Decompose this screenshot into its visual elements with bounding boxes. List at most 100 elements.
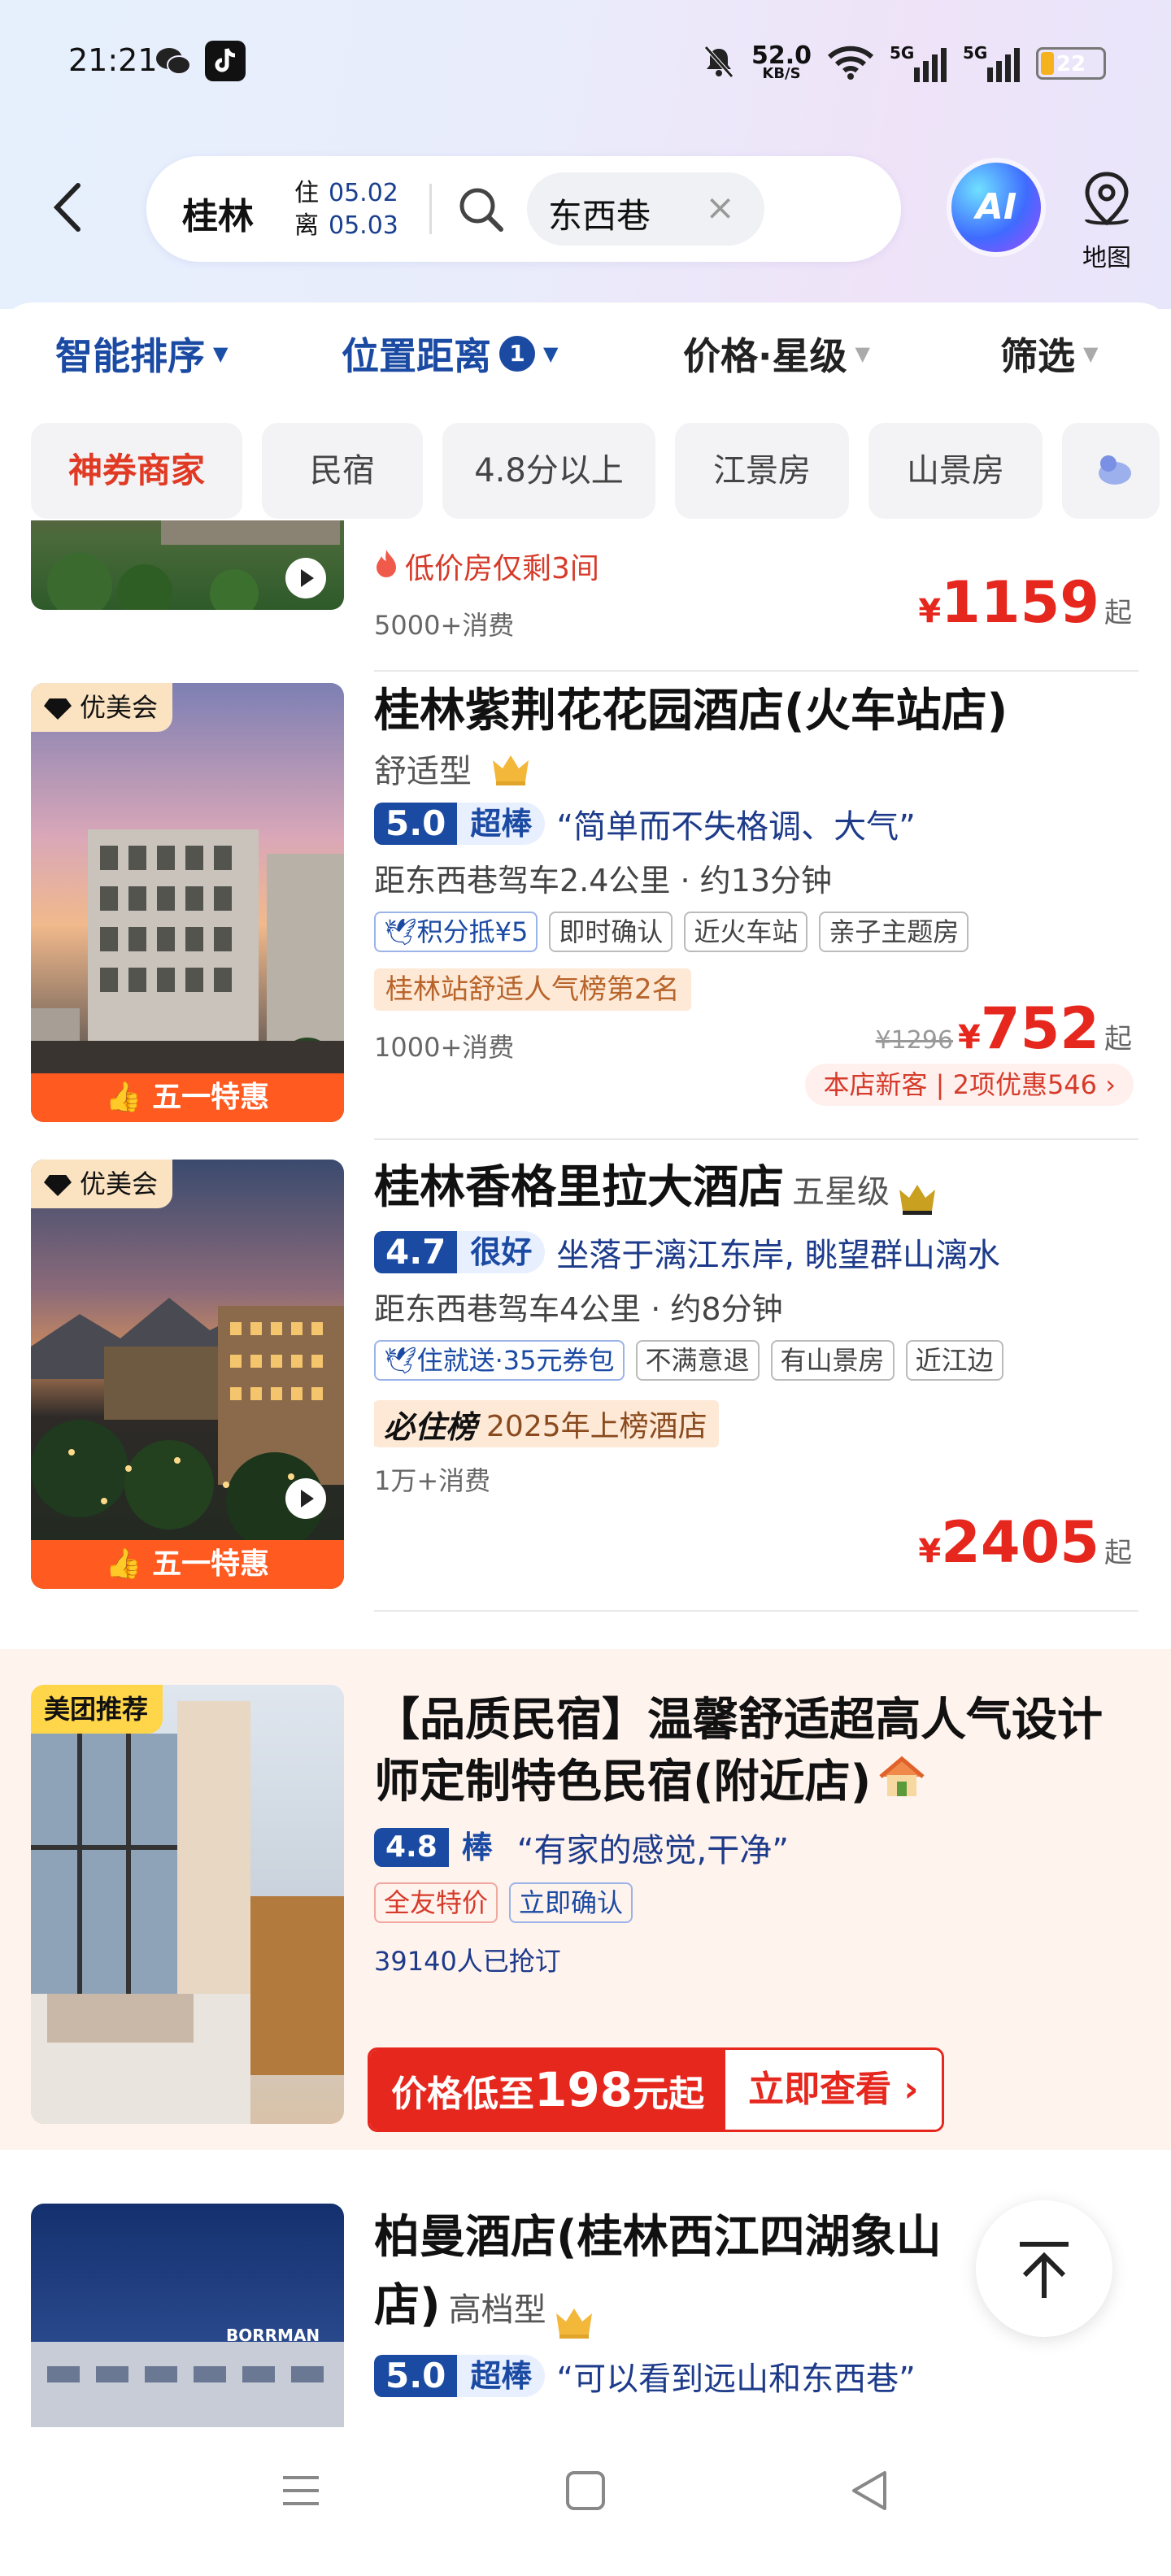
feature-tags: 🕊住就送·35元券包 不满意退 有山景房 近江边	[374, 1340, 1138, 1381]
map-pin-icon	[1085, 172, 1129, 226]
premium-member-badge: 优美会	[31, 683, 173, 732]
status-bar: 21:21 52.0 KB/S 5G 5G 22	[0, 37, 1171, 89]
status-right: 52.0 KB/S 5G 5G 22	[701, 37, 1106, 89]
homestay-photo[interactable]: 美团推荐	[31, 1685, 344, 2124]
quick-filter-homestay[interactable]: 民宿	[262, 423, 423, 519]
divider	[374, 1610, 1138, 1612]
status-time: 21:21	[68, 42, 158, 78]
new-customer-offer[interactable]: 本店新客 | 2项优惠546 ›	[805, 1064, 1134, 1106]
map-button[interactable]: 地图	[1062, 168, 1151, 272]
hotel-price: ¥1296 ¥752 起	[875, 995, 1132, 1062]
back-button[interactable]	[47, 179, 88, 236]
bird-icon: 🕊	[384, 1345, 417, 1376]
date-selector[interactable]: 住 05.02 离 05.03	[294, 177, 398, 242]
city-selector[interactable]: 桂林	[182, 187, 254, 239]
wifi-icon	[826, 44, 875, 83]
play-video-icon[interactable]	[285, 558, 326, 598]
hotel-info: 低价房仅剩3间 5000+消费	[374, 545, 599, 642]
sold-count: 1万+消费	[374, 1465, 491, 1496]
back-nav-icon[interactable]	[846, 2466, 895, 2515]
hotel-photo[interactable]: 优美会 👍 五一特惠	[31, 683, 344, 1122]
review-quote: “简单而不失格调、大气”	[556, 808, 916, 846]
hotel-level: 五星级	[792, 1173, 890, 1211]
quick-filter-river-view[interactable]: 江景房	[675, 423, 849, 519]
hotel-name[interactable]: 桂林香格里拉大酒店 五星级	[374, 1160, 1138, 1221]
signal-icon-2: 5G	[963, 43, 1021, 84]
booked-count: 39140人已抢订	[374, 1945, 561, 1977]
crown-icon	[553, 2291, 595, 2339]
feature-tags: 🕊积分抵¥5 即时确认 近火车站 亲子主题房	[374, 912, 1138, 952]
hotel-name[interactable]: 桂林紫荆花花园酒店(火车站店)	[374, 683, 1138, 740]
tab-smart-sort[interactable]: 智能排序 ▼	[55, 327, 228, 381]
thumbs-up-icon: 👍	[105, 1081, 153, 1114]
keyword-chip[interactable]: 东西巷 ×	[527, 172, 764, 246]
homestay-name[interactable]: 【品质民宿】温馨舒适超高人气设计师定制特色民宿(附近店)	[374, 1690, 1130, 1816]
hotel-photo[interactable]: 优美会 👍 五一特惠	[31, 1160, 344, 1589]
hotel-card[interactable]: 低价房仅剩3间 5000+消费 ¥1159 起	[0, 520, 1171, 672]
flame-icon	[374, 548, 398, 585]
hotel-level: 高档型	[448, 2291, 546, 2329]
rating-tag: 超棒	[457, 2355, 546, 2397]
back-to-top-button[interactable]	[976, 2200, 1112, 2337]
rating-tag: 很好	[457, 1231, 546, 1273]
keyword-text: 东西巷	[548, 196, 651, 236]
feature-tag: 全友特价	[374, 1882, 498, 1923]
home-icon[interactable]	[561, 2466, 610, 2515]
ranking-badge: 桂林站舒适人气榜第2名	[374, 968, 691, 1011]
hotel-price: ¥1159 起	[918, 569, 1132, 636]
hotel-level: 舒适型	[374, 753, 472, 790]
premium-member-badge: 优美会	[31, 1160, 173, 1208]
may-day-promo-banner: 👍 五一特惠	[31, 1540, 344, 1589]
caret-down-icon: ▼	[855, 342, 870, 365]
network-speed: 52.0 KB/S	[751, 41, 812, 82]
caret-down-icon: ▼	[213, 342, 229, 365]
thumbs-up-icon: 👍	[105, 1547, 153, 1581]
bird-icon	[1099, 455, 1131, 485]
quick-filter-more[interactable]	[1062, 423, 1160, 519]
homestay-card[interactable]: 美团推荐 【品质民宿】温馨舒适超高人气设计师定制特色民宿(附近店) 4.8 棒 “有…	[0, 1649, 1171, 2150]
rating-score: 5.0	[374, 2355, 458, 2397]
menu-icon[interactable]	[276, 2466, 325, 2515]
divider	[429, 184, 432, 234]
feature-tag: 有山景房	[770, 1340, 895, 1381]
hotel-price: ¥2405 起	[918, 1509, 1132, 1576]
tiktok-icon	[205, 41, 246, 81]
view-now-button[interactable]: 价格低至198元起 立即查看 ›	[368, 2047, 944, 2132]
clear-keyword-icon[interactable]: ×	[705, 187, 735, 228]
sort-bar: 智能排序 ▼ 位置距离 1 ▼ 价格·星级 ▼ 筛选 ▼	[0, 302, 1171, 400]
ai-assistant-button[interactable]: AI	[951, 163, 1041, 252]
homestay-info: 【品质民宿】温馨舒适超高人气设计师定制特色民宿(附近店) 4.8 棒 “有家的感觉,…	[374, 1690, 1130, 1978]
review-quote: “可以看到远山和东西巷”	[556, 2361, 916, 2398]
hotel-list[interactable]: 低价房仅剩3间 5000+消费 ¥1159 起 优美会 👍 五一特惠 桂林紫荆花花…	[0, 520, 1171, 2427]
distance-info: 距东西巷驾车2.4公里 · 约13分钟	[374, 863, 833, 899]
review-quote: “有家的感觉,干净”	[516, 1831, 789, 1869]
hotel-info: 桂林香格里拉大酒店 五星级 4.7 很好 坐落于漓江东岸, 眺望群山漓水 距东西巷驾车…	[374, 1160, 1138, 1498]
hotel-card[interactable]: 优美会 👍 五一特惠 桂林紫荆花花园酒店(火车站店) 舒适型 5.0 超棒 “简单而…	[0, 683, 1171, 1140]
hotel-photo[interactable]	[31, 520, 344, 610]
quick-filter-rating[interactable]: 4.8分以上	[442, 423, 655, 519]
tab-filter[interactable]: 筛选 ▼	[1000, 327, 1098, 381]
hotel-name[interactable]: 柏曼酒店(桂林西江四湖象山店) 高档型	[374, 2204, 976, 2344]
search-icon[interactable]	[455, 184, 506, 234]
divider	[374, 670, 1138, 672]
quick-filter-coupon-merchant[interactable]: 神券商家	[31, 423, 242, 519]
hotel-info: 柏曼酒店(桂林西江四湖象山店) 高档型 5.0 超棒 “可以看到远山和东西巷”	[374, 2204, 976, 2400]
tab-price-star[interactable]: 价格·星级 ▼	[683, 327, 870, 381]
caret-down-icon: ▼	[543, 342, 559, 365]
feature-tags: 全友特价 立即确认	[374, 1882, 1130, 1923]
quick-filter-mountain-view[interactable]: 山景房	[868, 423, 1043, 519]
feature-tag: 即时确认	[549, 912, 673, 952]
tab-distance[interactable]: 位置距离 1 ▼	[342, 327, 558, 381]
play-video-icon[interactable]	[285, 1478, 326, 1519]
recommended-badge: 美团推荐	[31, 1685, 163, 1734]
hotel-card[interactable]: 优美会 👍 五一特惠 桂林香格里拉大酒店 五星级 4.7 很好 坐落于漓江东岸, 眺望…	[0, 1160, 1171, 1615]
bird-icon: 🕊	[384, 916, 417, 947]
system-nav-bar	[0, 2427, 1171, 2576]
hotel-photo[interactable]: BORRMAN	[31, 2204, 344, 2427]
map-label: 地图	[1082, 244, 1131, 272]
feature-tag: 立即确认	[509, 1882, 633, 1923]
crown-icon	[490, 751, 532, 786]
search-bar[interactable]: 桂林 住 05.02 离 05.03 东西巷 ×	[146, 156, 901, 262]
rating-score: 5.0	[374, 803, 458, 845]
caret-down-icon: ▼	[1083, 342, 1099, 365]
